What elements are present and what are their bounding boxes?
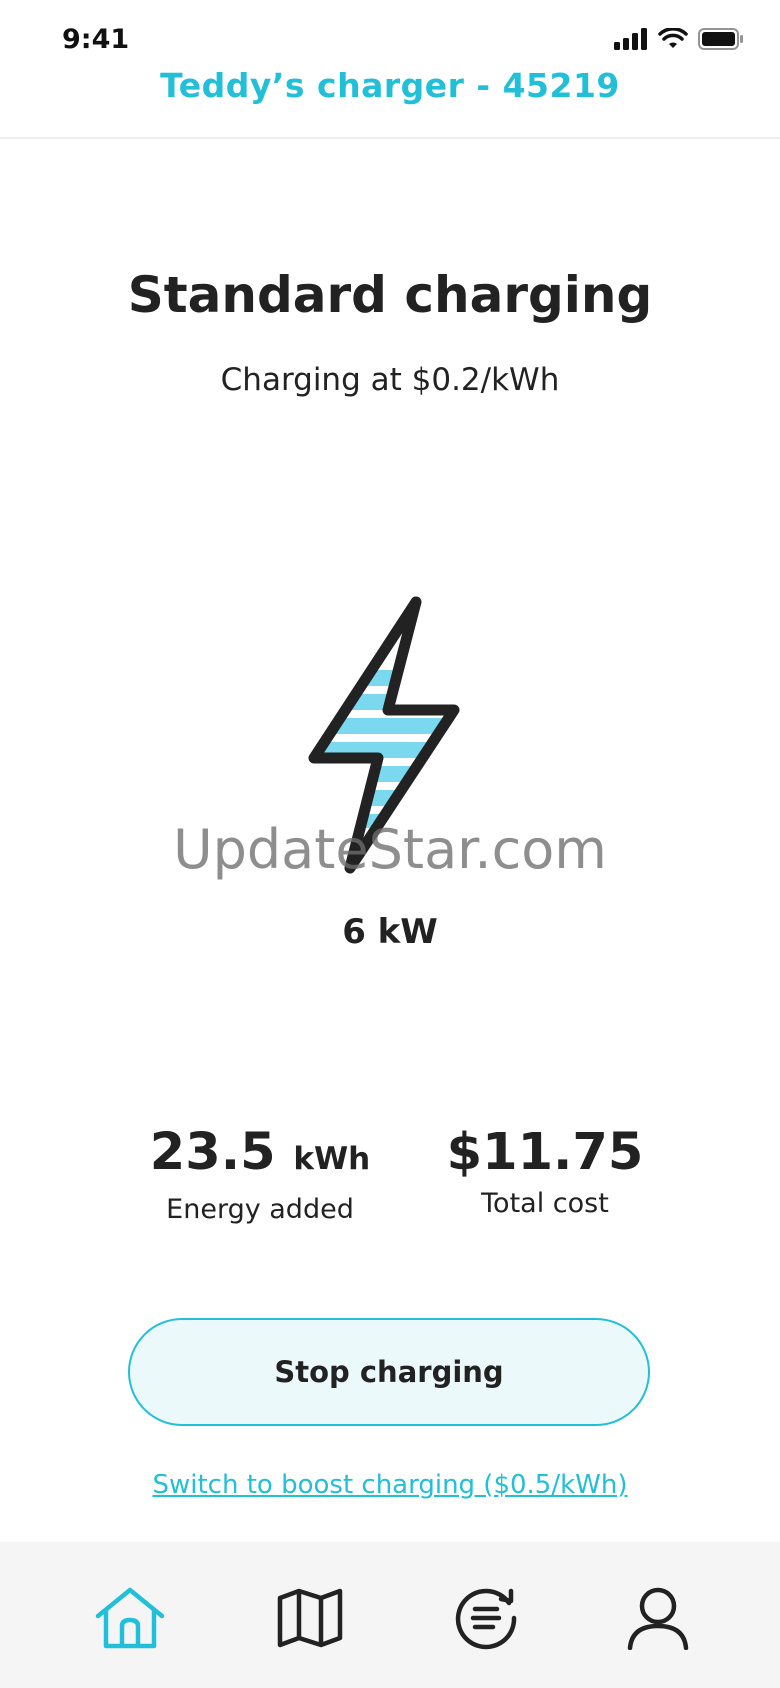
energy-label: Energy added: [166, 1194, 354, 1225]
tab-bar: [0, 1542, 780, 1688]
energy-unit: kWh: [293, 1141, 371, 1177]
charger-title: Teddy’s charger - 45219: [160, 66, 620, 105]
history-icon: [455, 1588, 517, 1650]
map-icon: [277, 1588, 343, 1648]
status-time: 9:41: [62, 24, 130, 55]
signal-icon: [614, 28, 647, 50]
stop-charging-button[interactable]: Stop charging: [128, 1318, 650, 1426]
energy-value: 23.5 kWh: [140, 1122, 380, 1190]
charging-rate-text: Charging at $0.2/kWh: [220, 362, 560, 398]
charging-mode-title: Standard charging: [127, 266, 653, 324]
energy-added-stat: 23.5 kWh Energy added: [140, 1122, 380, 1225]
charging-power: 6 kW: [342, 912, 438, 952]
watermark: UpdateStar.com: [173, 818, 607, 881]
status-icons: [614, 28, 744, 50]
status-bar: 9:41: [0, 0, 780, 70]
boost-charging-link[interactable]: Switch to boost charging ($0.5/kWh): [0, 1470, 780, 1500]
header-divider: [0, 137, 780, 139]
home-icon: [95, 1587, 165, 1649]
wifi-icon: [658, 28, 688, 48]
tab-map[interactable]: [270, 1582, 350, 1654]
profile-icon: [627, 1587, 689, 1650]
cost-value: $11.75: [446, 1123, 644, 1182]
battery-icon: [698, 28, 743, 50]
cost-label: Total cost: [481, 1188, 609, 1219]
tab-home[interactable]: [90, 1582, 170, 1654]
energy-number: 23.5: [149, 1123, 276, 1182]
tab-activity[interactable]: [446, 1582, 526, 1654]
total-cost-stat: $11.75 Total cost: [425, 1122, 665, 1219]
tab-profile[interactable]: [618, 1582, 698, 1654]
